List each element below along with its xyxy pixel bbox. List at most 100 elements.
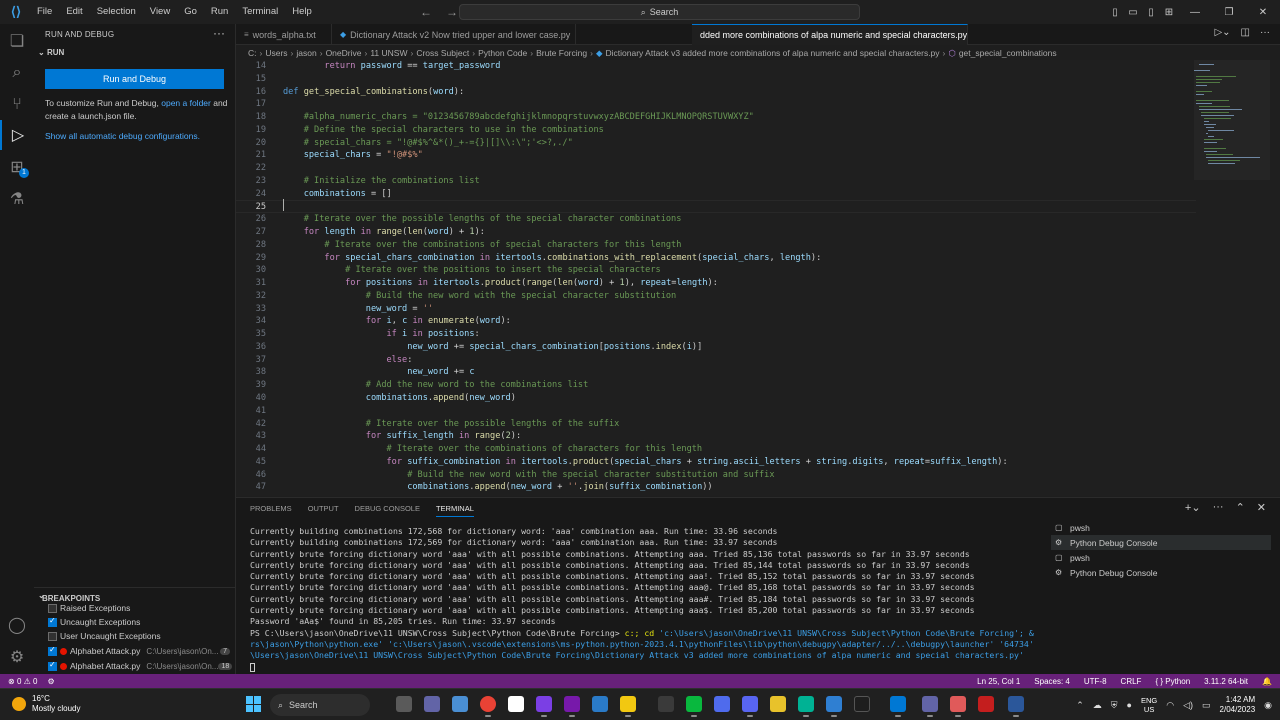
terminal-input-line[interactable] <box>250 662 1040 673</box>
menu-selection[interactable]: Selection <box>90 0 143 24</box>
line-number[interactable]: 39 <box>236 379 266 392</box>
problems-status[interactable]: ⊗ 0 ⚠ 0 <box>8 677 37 686</box>
edge-icon[interactable] <box>798 696 814 717</box>
minimap-slider[interactable] <box>1194 60 1270 180</box>
menu-view[interactable]: View <box>143 0 177 24</box>
menu-run[interactable]: Run <box>204 0 235 24</box>
breakpoints-header[interactable]: ⌄ BREAKPOINTS <box>34 587 235 603</box>
file-explorer-icon[interactable] <box>620 696 636 717</box>
search-view-icon[interactable]: ⌕ <box>0 58 34 88</box>
checkbox[interactable] <box>48 603 57 613</box>
restore-icon[interactable]: ❐ <box>1212 7 1246 18</box>
volume-icon[interactable]: ◁) <box>1183 700 1193 711</box>
calendar-icon[interactable] <box>592 696 608 712</box>
manage-gear-icon[interactable]: ⚙ <box>0 642 34 672</box>
weather-widget[interactable]: 16°C Mostly cloudy <box>12 694 80 714</box>
source-control-icon[interactable]: ⑂ <box>0 90 34 120</box>
menu-help[interactable]: Help <box>285 0 319 24</box>
breadcrumb-file[interactable]: Dictionary Attack v3 added more combinat… <box>606 48 940 58</box>
run-and-debug-button[interactable]: Run and Debug <box>45 69 224 89</box>
terminal-item-pwsh[interactable]: ▢ pwsh <box>1051 520 1271 535</box>
extensions-icon[interactable]: ⊞ 1 <box>0 152 34 182</box>
breakpoint-file-item[interactable]: Alphabet Attack.py C:\Users\jason\On... … <box>48 644 234 658</box>
menu-edit[interactable]: Edit <box>59 0 89 24</box>
clock[interactable]: 1:42 AM 2/04/2023 <box>1220 695 1256 715</box>
taskbar-search[interactable]: ⌕ Search <box>270 694 370 716</box>
tab-problems[interactable]: PROBLEMS <box>250 504 292 517</box>
toggle-sidebar-icon[interactable]: ▯ <box>1106 7 1124 18</box>
notifications-bell-icon[interactable]: 🔔 <box>1262 677 1272 686</box>
onenote-icon[interactable] <box>564 696 580 717</box>
phone-link-icon[interactable] <box>658 696 674 712</box>
open-folder-link[interactable]: open a folder <box>161 98 211 108</box>
line-number[interactable]: 33 <box>236 303 266 316</box>
python-interpreter[interactable]: 3.11.2 64-bit <box>1204 677 1248 686</box>
language-mode[interactable]: { } Python <box>1155 677 1190 686</box>
line-number[interactable]: 46 <box>236 469 266 482</box>
breadcrumb-item[interactable]: Brute Forcing <box>536 48 587 58</box>
breadcrumb-item[interactable]: jason <box>296 48 316 58</box>
cursor-position[interactable]: Ln 25, Col 1 <box>977 677 1020 686</box>
breadcrumb-symbol[interactable]: get_special_combinations <box>959 48 1057 58</box>
word-icon[interactable] <box>1008 696 1024 717</box>
security-icon[interactable]: ⛨ <box>1111 700 1118 711</box>
menu-terminal[interactable]: Terminal <box>235 0 285 24</box>
breadcrumb-item[interactable]: OneDrive <box>326 48 362 58</box>
terminal-item-python-debug[interactable]: ⚙ Python Debug Console <box>1051 565 1271 580</box>
line-number[interactable]: 32 <box>236 290 266 303</box>
new-terminal-icon[interactable]: +⌄ <box>1185 501 1201 514</box>
indentation[interactable]: Spaces: 4 <box>1034 677 1070 686</box>
terminal-output[interactable]: Currently building combinations 172,568 … <box>250 526 1040 674</box>
line-number[interactable]: 30 <box>236 264 266 277</box>
tab-words-alpha[interactable]: ≡ words_alpha.txt <box>236 24 332 45</box>
line-number[interactable]: 31 <box>236 277 266 290</box>
minimize-icon[interactable]: — <box>1178 7 1212 18</box>
close-panel-icon[interactable]: ✕ <box>1257 501 1266 514</box>
line-number[interactable]: 37 <box>236 354 266 367</box>
outlook-icon[interactable] <box>826 696 842 717</box>
line-number[interactable]: 22 <box>236 162 266 175</box>
tray-overflow-icon[interactable]: ⌃ <box>1076 700 1084 711</box>
back-arrow-icon[interactable]: ← <box>420 0 432 24</box>
breadcrumb-item[interactable]: Python Code <box>478 48 527 58</box>
show-all-debug-configs-link[interactable]: Show all automatic debug configurations. <box>45 131 200 141</box>
customize-layout-icon[interactable]: ⊞ <box>1160 7 1178 18</box>
debug-status-icon[interactable]: ⚙ <box>47 677 54 686</box>
line-number[interactable]: 45 <box>236 456 266 469</box>
menu-go[interactable]: Go <box>177 0 204 24</box>
breadcrumb-item[interactable]: Users <box>265 48 287 58</box>
menu-file[interactable]: File <box>30 0 59 24</box>
chat-icon[interactable] <box>452 696 468 712</box>
line-number[interactable]: 17 <box>236 98 266 111</box>
accounts-icon[interactable]: ◯ <box>0 610 34 640</box>
chrome-icon[interactable] <box>480 696 496 717</box>
terminal-app-icon[interactable] <box>854 696 870 712</box>
tab-terminal[interactable]: TERMINAL <box>435 504 474 517</box>
checkbox-checked[interactable] <box>48 645 57 656</box>
discord-icon[interactable] <box>742 696 758 717</box>
split-editor-icon[interactable]: ◫ <box>1241 27 1250 38</box>
line-number[interactable]: 38 <box>236 366 266 379</box>
breadcrumb-item[interactable]: Cross Subject <box>416 48 469 58</box>
notification-center-icon[interactable]: ◉ <box>1264 700 1272 711</box>
microphone-icon[interactable]: ● <box>1127 700 1132 710</box>
tab-output[interactable]: OUTPUT <box>308 504 339 517</box>
windows-start-icon[interactable] <box>246 696 262 712</box>
line-number[interactable]: 20 <box>236 137 266 150</box>
teams-icon[interactable] <box>424 696 440 712</box>
line-number[interactable]: 35 <box>236 328 266 341</box>
code-editor[interactable]: 14 return password == target_password 15 1… <box>236 60 1280 496</box>
wifi-icon[interactable]: ◠ <box>1166 700 1174 711</box>
breakpoint-raised-exceptions[interactable]: Raised Exceptions <box>48 601 234 615</box>
task-view-icon[interactable] <box>396 696 412 712</box>
testing-icon[interactable]: ⚗ <box>0 184 34 214</box>
battery-icon[interactable]: ▭ <box>1202 700 1211 711</box>
checkbox-checked[interactable] <box>48 616 57 627</box>
wechat-icon[interactable] <box>686 696 702 717</box>
maximize-panel-icon[interactable]: ⌃ <box>1236 501 1245 514</box>
sticky-notes-icon[interactable] <box>770 696 786 712</box>
line-endings[interactable]: CRLF <box>1121 677 1142 686</box>
breadcrumb-item[interactable]: C: <box>248 48 257 58</box>
calculator-icon[interactable] <box>714 696 730 712</box>
input-language[interactable]: ENG US <box>1141 696 1157 714</box>
